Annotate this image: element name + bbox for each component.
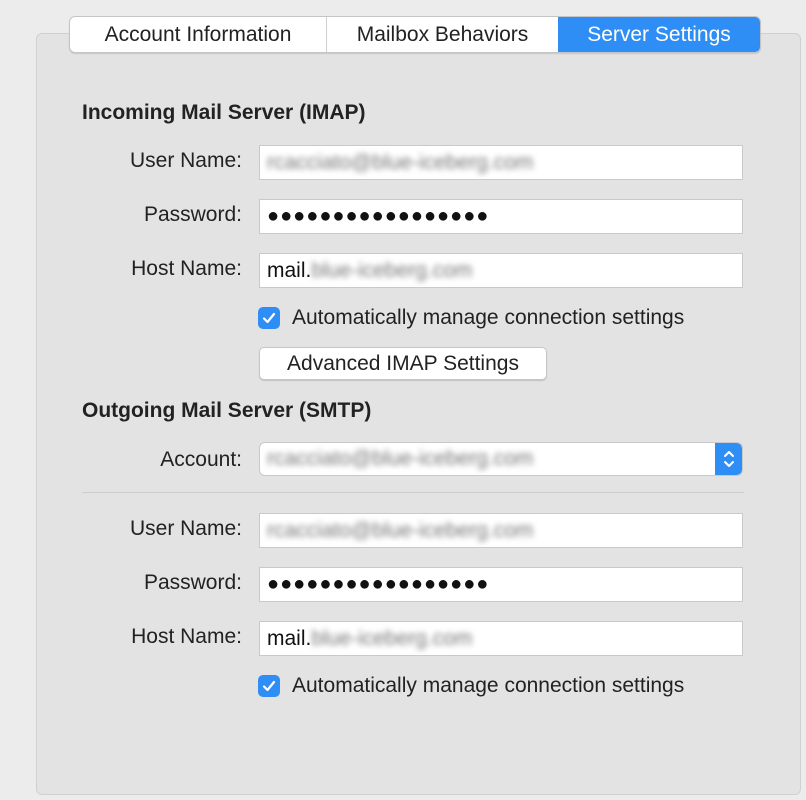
- incoming-user-name-value: rcacciato@blue-iceberg.com: [267, 151, 534, 174]
- incoming-host-name-field[interactable]: mail.blue-iceberg.com: [259, 253, 743, 288]
- outgoing-account-select[interactable]: rcacciato@blue-iceberg.com: [259, 442, 743, 476]
- select-stepper-icon: [715, 443, 742, 475]
- incoming-auto-manage-checkbox[interactable]: [258, 307, 280, 329]
- advanced-imap-settings-button[interactable]: Advanced IMAP Settings: [259, 347, 547, 380]
- outgoing-user-name-label: User Name:: [129, 517, 242, 540]
- incoming-section-title: Incoming Mail Server (IMAP): [82, 101, 366, 124]
- outgoing-auto-manage-label: Automatically manage connection settings: [292, 674, 685, 697]
- outgoing-password-label: Password:: [143, 571, 242, 594]
- incoming-auto-manage-label: Automatically manage connection settings: [292, 306, 685, 329]
- incoming-host-domain: blue-iceberg.com: [311, 259, 473, 282]
- outgoing-host-name-field[interactable]: mail.blue-iceberg.com: [259, 621, 743, 656]
- outgoing-host-name-label: Host Name:: [131, 625, 242, 648]
- tab-server-settings[interactable]: Server Settings: [558, 17, 760, 52]
- incoming-auto-manage-row: Automatically manage connection settings: [258, 306, 684, 330]
- incoming-user-name-label: User Name:: [129, 149, 242, 172]
- incoming-password-label: Password:: [143, 203, 242, 226]
- outgoing-account-label: Account:: [160, 448, 242, 471]
- section-divider: [82, 492, 744, 493]
- outgoing-account-value: rcacciato@blue-iceberg.com: [267, 447, 534, 470]
- outgoing-user-name-field[interactable]: rcacciato@blue-iceberg.com: [259, 513, 743, 548]
- outgoing-auto-manage-checkbox[interactable]: [258, 675, 280, 697]
- outgoing-user-name-value: rcacciato@blue-iceberg.com: [267, 519, 534, 542]
- incoming-user-name-field[interactable]: rcacciato@blue-iceberg.com: [259, 145, 743, 180]
- outgoing-auto-manage-row: Automatically manage connection settings: [258, 674, 684, 698]
- tab-bar: Account Information Mailbox Behaviors Se…: [69, 16, 761, 53]
- outgoing-host-prefix: mail.: [267, 627, 312, 650]
- outgoing-password-field[interactable]: ●●●●●●●●●●●●●●●●●: [259, 567, 743, 602]
- checkmark-icon: [262, 312, 276, 324]
- incoming-password-field[interactable]: ●●●●●●●●●●●●●●●●●: [259, 199, 743, 234]
- outgoing-host-domain: blue-iceberg.com: [311, 627, 473, 650]
- outgoing-section-title: Outgoing Mail Server (SMTP): [82, 399, 372, 422]
- incoming-host-prefix: mail.: [267, 259, 312, 282]
- incoming-host-name-label: Host Name:: [131, 257, 242, 280]
- tab-mailbox-behaviors[interactable]: Mailbox Behaviors: [326, 17, 558, 52]
- tab-account-information[interactable]: Account Information: [70, 17, 326, 52]
- checkmark-icon: [262, 680, 276, 692]
